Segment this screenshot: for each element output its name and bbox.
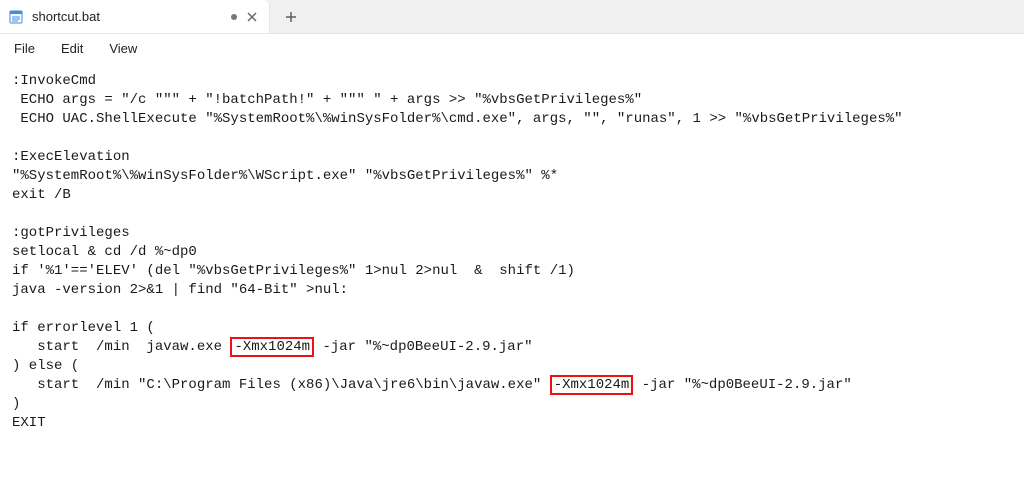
notepad-icon xyxy=(8,9,24,25)
menu-edit[interactable]: Edit xyxy=(61,41,83,56)
menu-view[interactable]: View xyxy=(109,41,137,56)
tab-active[interactable]: shortcut.bat xyxy=(0,0,270,33)
editor-area[interactable]: :InvokeCmd ECHO args = "/c """ + "!batch… xyxy=(0,62,1024,502)
menu-file[interactable]: File xyxy=(14,41,35,56)
tabstrip-actions xyxy=(270,0,306,33)
new-tab-button[interactable] xyxy=(276,2,306,32)
menu-bar: File Edit View xyxy=(0,34,1024,62)
dirty-indicator-icon xyxy=(231,14,237,20)
highlight-xmx-2: -Xmx1024m xyxy=(550,375,634,395)
highlight-xmx-1: -Xmx1024m xyxy=(230,337,314,357)
title-bar: shortcut.bat xyxy=(0,0,1024,34)
close-tab-icon[interactable] xyxy=(245,10,259,24)
tab-title: shortcut.bat xyxy=(32,9,223,24)
editor-content[interactable]: :InvokeCmd ECHO args = "/c """ + "!batch… xyxy=(12,72,1014,433)
